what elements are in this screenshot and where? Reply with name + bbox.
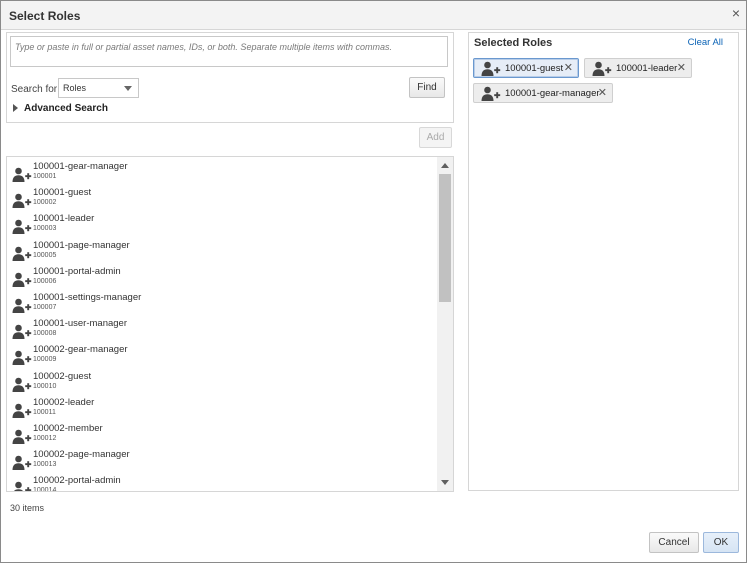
add-user-icon xyxy=(12,167,32,186)
list-item[interactable]: 100001-gear-manager 100001 xyxy=(7,161,437,187)
list-item[interactable]: 100001-page-manager 100005 xyxy=(7,240,437,266)
list-item-id: 100013 xyxy=(33,461,57,469)
selected-roles-title: Selected Roles xyxy=(474,37,553,49)
add-user-icon xyxy=(481,61,501,80)
list-item[interactable]: 100002-member 100012 xyxy=(7,423,437,449)
list-item-id: 100009 xyxy=(33,356,57,364)
chip-label: 100001-gear-manager xyxy=(505,88,600,99)
search-panel: Type or paste in full or partial asset n… xyxy=(6,32,454,123)
list-item-name: 100001-page-manager xyxy=(33,239,130,251)
add-user-icon xyxy=(592,61,612,80)
list-item-name: 100001-leader xyxy=(33,213,95,225)
remove-icon[interactable]: ✕ xyxy=(598,86,607,100)
list-item-id: 100014 xyxy=(33,487,57,492)
search-input[interactable]: Type or paste in full or partial asset n… xyxy=(10,36,448,67)
cancel-button[interactable]: Cancel xyxy=(649,532,699,553)
list-item-name: 100002-gear-manager xyxy=(33,344,128,356)
list-item[interactable]: 100001-leader 100003 xyxy=(7,213,437,239)
list-item-name: 100001-portal-admin xyxy=(33,265,121,277)
list-item-id: 100007 xyxy=(33,304,57,311)
ok-button[interactable]: OK xyxy=(703,532,739,553)
item-count: 30 items xyxy=(10,503,45,513)
add-user-icon xyxy=(12,246,32,265)
add-button[interactable]: Add xyxy=(419,127,452,148)
selected-chip[interactable]: 100001-gear-manager ✕ xyxy=(473,83,613,103)
list-item-id: 100001 xyxy=(33,173,57,180)
chip-label: 100001-leader xyxy=(616,63,678,74)
list-item[interactable]: 100002-guest 100010 xyxy=(7,371,437,397)
list-item-name: 100002-page-manager xyxy=(33,449,130,461)
dialog-title: Select Roles xyxy=(9,9,81,23)
selected-chip[interactable]: 100001-leader ✕ xyxy=(584,58,692,78)
selected-chip[interactable]: 100001-guest ✕ xyxy=(473,58,579,78)
list-item[interactable]: 100002-gear-manager 100009 xyxy=(7,344,437,370)
add-user-icon xyxy=(12,350,32,369)
add-user-icon xyxy=(12,219,32,238)
list-item-id: 100003 xyxy=(33,225,57,233)
chip-label: 100001-guest xyxy=(505,63,564,74)
list-item-id: 100005 xyxy=(33,251,57,259)
advanced-search-label: Advanced Search xyxy=(24,103,108,114)
list-item-id: 100011 xyxy=(33,408,56,416)
remove-icon[interactable]: ✕ xyxy=(564,61,573,75)
list-item-name: 100002-leader xyxy=(33,396,95,408)
select-roles-dialog: Select Roles × Type or paste in full or … xyxy=(0,0,747,563)
scroll-up-icon[interactable] xyxy=(441,163,449,168)
list-item-name: 100001-settings-manager xyxy=(33,292,142,303)
list-item-id: 100006 xyxy=(33,277,57,285)
selected-roles-panel: Selected Roles Clear All 100001-guest ✕ … xyxy=(468,32,739,491)
scroll-down-icon[interactable] xyxy=(441,480,449,485)
results-list: 100001-gear-manager 100001 100001-guest 100… xyxy=(6,156,454,492)
add-user-icon xyxy=(12,481,32,491)
add-user-icon xyxy=(12,455,32,474)
close-icon[interactable]: × xyxy=(732,5,740,21)
search-type-value: Roles xyxy=(63,83,87,93)
scroll-thumb[interactable] xyxy=(439,174,451,302)
list-item[interactable]: 100002-leader 100011 xyxy=(7,397,437,423)
list-item-id: 100012 xyxy=(33,435,57,442)
add-user-icon xyxy=(12,324,32,343)
list-item-name: 100002-portal-admin xyxy=(33,475,121,487)
dialog-titlebar: Select Roles × xyxy=(1,1,746,30)
list-item-name: 100002-guest xyxy=(33,370,92,382)
chevron-down-icon xyxy=(124,86,132,91)
list-item[interactable]: 100002-portal-admin 100014 xyxy=(7,475,437,492)
list-item[interactable]: 100001-portal-admin 100006 xyxy=(7,266,437,292)
list-item-name: 100002-member xyxy=(33,423,103,434)
clear-all-link[interactable]: Clear All xyxy=(688,37,723,48)
add-user-icon xyxy=(12,377,32,396)
results-scrollbar[interactable] xyxy=(437,157,453,491)
list-item-name: 100001-guest xyxy=(33,187,92,199)
list-item[interactable]: 100002-page-manager 100013 xyxy=(7,449,437,475)
find-button[interactable]: Find xyxy=(409,77,445,98)
list-item[interactable]: 100001-user-manager 100008 xyxy=(7,318,437,344)
add-user-icon xyxy=(12,298,32,317)
add-user-icon xyxy=(12,429,32,448)
search-type-select[interactable]: Roles xyxy=(58,78,139,98)
advanced-search-toggle[interactable]: Advanced Search xyxy=(13,103,108,114)
list-item-name: 100001-user-manager xyxy=(33,318,128,330)
add-user-icon xyxy=(481,86,501,105)
list-item[interactable]: 100001-guest 100002 xyxy=(7,187,437,213)
list-item[interactable]: 100001-settings-manager 100007 xyxy=(7,292,437,318)
add-user-icon xyxy=(12,403,32,422)
remove-icon[interactable]: ✕ xyxy=(677,61,686,75)
list-item-id: 100002 xyxy=(33,199,57,207)
add-user-icon xyxy=(12,193,32,212)
add-user-icon xyxy=(12,272,32,291)
list-item-id: 100010 xyxy=(33,382,57,390)
list-item-id: 100008 xyxy=(33,330,57,338)
list-item-name: 100001-gear-manager xyxy=(33,161,128,172)
search-for-label: Search for xyxy=(11,84,58,95)
triangle-right-icon xyxy=(13,104,18,112)
